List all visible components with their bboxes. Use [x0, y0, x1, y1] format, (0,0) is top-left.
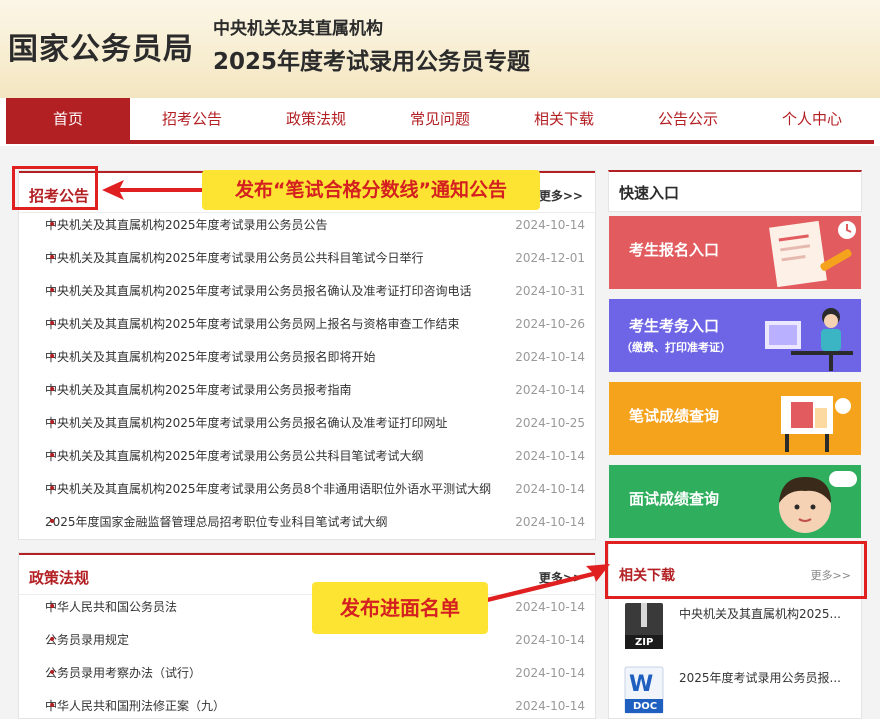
tile-sublabel: （缴费、打印准考证）: [621, 341, 731, 354]
list-item-date: 2024-10-14: [515, 218, 585, 232]
list-item-title[interactable]: 公务员录用规定: [45, 633, 129, 647]
list-item[interactable]: 中央机关及其直属机构2025年度考试录用公务员报名确认及准考证打印咨询电话 202…: [19, 275, 595, 308]
list-item-title[interactable]: 中华人民共和国刑法修正案（九）: [45, 699, 225, 713]
main-nav: 首页 招考公告 政策法规 常见问题 相关下载 公告公示 个人中心: [6, 98, 874, 144]
list-item-date: 2024-12-01: [515, 251, 585, 265]
list-item[interactable]: 中央机关及其直属机构2025年度考试录用公务员公告 2024-10-14: [19, 209, 595, 242]
list-item-title[interactable]: 中央机关及其直属机构2025年度考试录用公务员报名即将开始: [45, 350, 376, 364]
download-item-title[interactable]: 2025年度考试录用公务员报...: [679, 669, 841, 686]
list-item[interactable]: 中央机关及其直属机构2025年度考试录用公务员8个非通用语职位外语水平测试大纲 2…: [19, 473, 595, 506]
download-item[interactable]: ZIP 中央机关及其直属机构2025...: [621, 601, 857, 653]
list-item[interactable]: 中央机关及其直属机构2025年度考试录用公务员网上报名与资格审查工作结束 2024…: [19, 308, 595, 341]
list-item-date: 2024-10-26: [515, 317, 585, 331]
header-subtitle: 中央机关及其直属机构: [213, 19, 383, 39]
list-item-date: 2024-10-14: [515, 633, 585, 647]
list-item-date: 2024-10-14: [515, 350, 585, 364]
site-brand[interactable]: 国家公务员局: [8, 24, 194, 68]
arrow-to-downloads-icon: [486, 564, 610, 602]
list-item-date: 2024-10-25: [515, 416, 585, 430]
policy-title[interactable]: 政策法规: [29, 567, 89, 588]
exam-affairs-entry-tile[interactable]: 考生考务入口 （缴费、打印准考证）: [609, 299, 861, 372]
written-score-tile[interactable]: 笔试成绩查询: [609, 382, 861, 455]
announcements-highlight-box: [12, 166, 98, 210]
list-item[interactable]: 中央机关及其直属机构2025年度考试录用公务员公共科目笔试考试大纲 2024-10…: [19, 440, 595, 473]
zip-label: ZIP: [635, 637, 654, 648]
download-item-title[interactable]: 中央机关及其直属机构2025...: [679, 605, 841, 622]
quick-entry-header: 快速入口: [608, 170, 862, 212]
announcements-panel: 招考公告 更多>> 中央机关及其直属机构2025年度考试录用公务员公告2024-…: [18, 170, 596, 540]
download-item[interactable]: W DOC 2025年度考试录用公务员报...: [621, 665, 857, 717]
score-board-icon: [781, 396, 851, 452]
callout-interview-list: 发布进面名单: [312, 582, 488, 634]
list-item-title[interactable]: 中央机关及其直属机构2025年度考试录用公务员报名确认及准考证打印网址: [45, 416, 448, 430]
list-item[interactable]: 公务员录用考察办法（试行） 2024-10-14: [19, 657, 595, 690]
list-item-date: 2024-10-14: [515, 482, 585, 496]
interview-avatar-icon: [779, 471, 857, 533]
list-item-date: 2024-10-14: [515, 666, 585, 680]
list-item-title[interactable]: 中央机关及其直属机构2025年度考试录用公务员公共科目笔试今日举行: [45, 251, 424, 265]
list-item-title[interactable]: 中央机关及其直属机构2025年度考试录用公务员公共科目笔试考试大纲: [45, 449, 424, 463]
list-item[interactable]: 中华人民共和国刑法修正案（九） 2024-10-14: [19, 690, 595, 719]
list-item-title[interactable]: 2025年度国家金融监督管理总局招考职位专业科目笔试考试大纲: [45, 515, 388, 529]
svg-text:W: W: [629, 672, 653, 697]
list-item-title[interactable]: 中央机关及其直属机构2025年度考试录用公务员网上报名与资格审查工作结束: [45, 317, 460, 331]
site-header: 国家公务员局 中央机关及其直属机构 2025年度考试录用公务员专题: [0, 0, 880, 98]
signup-form-icon: [769, 220, 856, 288]
signup-entry-tile[interactable]: 考生报名入口: [609, 216, 861, 289]
list-item-title[interactable]: 中央机关及其直属机构2025年度考试录用公务员报考指南: [45, 383, 352, 397]
list-item-title[interactable]: 中央机关及其直属机构2025年度考试录用公务员公告: [45, 218, 328, 232]
downloads-highlight-box: [605, 541, 867, 599]
student-desk-icon: [765, 308, 853, 371]
list-item[interactable]: 中央机关及其直属机构2025年度考试录用公务员报考指南 2024-10-14: [19, 374, 595, 407]
list-item-title[interactable]: 中华人民共和国公务员法: [45, 600, 177, 614]
arrow-to-announcements-icon: [102, 180, 212, 200]
tile-label: 考生考务入口: [629, 317, 720, 335]
list-item-date: 2024-10-31: [515, 284, 585, 298]
list-item[interactable]: 2025年度国家金融监督管理总局招考职位专业科目笔试考试大纲 2024-10-14: [19, 506, 595, 539]
list-item-title[interactable]: 中央机关及其直属机构2025年度考试录用公务员8个非通用语职位外语水平测试大纲: [45, 482, 491, 496]
tile-label: 笔试成绩查询: [629, 407, 720, 425]
list-item-date: 2024-10-14: [515, 515, 585, 529]
list-item[interactable]: 中央机关及其直属机构2025年度考试录用公务员公共科目笔试今日举行 2024-12…: [19, 242, 595, 275]
list-item-date: 2024-10-14: [515, 449, 585, 463]
header-topic-title: 2025年度考试录用公务员专题: [213, 49, 531, 75]
list-item[interactable]: 中央机关及其直属机构2025年度考试录用公务员报名确认及准考证打印网址 2024-…: [19, 407, 595, 440]
tile-label: 面试成绩查询: [629, 490, 720, 508]
callout-score-line-notice: 发布“笔试合格分数线”通知公告: [202, 170, 540, 210]
list-item[interactable]: 公务员录用规定 2024-10-14: [19, 624, 595, 657]
nav-faq[interactable]: 常见问题: [378, 98, 502, 140]
nav-downloads[interactable]: 相关下载: [502, 98, 626, 140]
quick-entry-title: 快速入口: [619, 184, 680, 202]
nav-notices[interactable]: 公告公示: [626, 98, 750, 140]
list-item-date: 2024-10-14: [515, 699, 585, 713]
doc-label: DOC: [633, 701, 658, 712]
announcements-list: 中央机关及其直属机构2025年度考试录用公务员公告 2024-10-14 中央机关…: [19, 209, 595, 539]
nav-home[interactable]: 首页: [6, 98, 130, 140]
nav-announcements[interactable]: 招考公告: [130, 98, 254, 140]
announcements-more-link[interactable]: 更多>>: [539, 187, 583, 204]
list-item-date: 2024-10-14: [515, 383, 585, 397]
list-item-title[interactable]: 公务员录用考察办法（试行）: [45, 666, 201, 680]
policy-list: 中华人民共和国公务员法2024-10-14 公务员录用规定2024-10-14 …: [19, 591, 595, 719]
nav-personal-center[interactable]: 个人中心: [750, 98, 874, 140]
interview-score-tile[interactable]: 面试成绩查询: [609, 465, 861, 538]
nav-policy[interactable]: 政策法规: [254, 98, 378, 140]
tile-label: 考生报名入口: [629, 241, 720, 259]
list-item-title[interactable]: 中央机关及其直属机构2025年度考试录用公务员报名确认及准考证打印咨询电话: [45, 284, 472, 298]
list-item[interactable]: 中央机关及其直属机构2025年度考试录用公务员报名即将开始 2024-10-14: [19, 341, 595, 374]
